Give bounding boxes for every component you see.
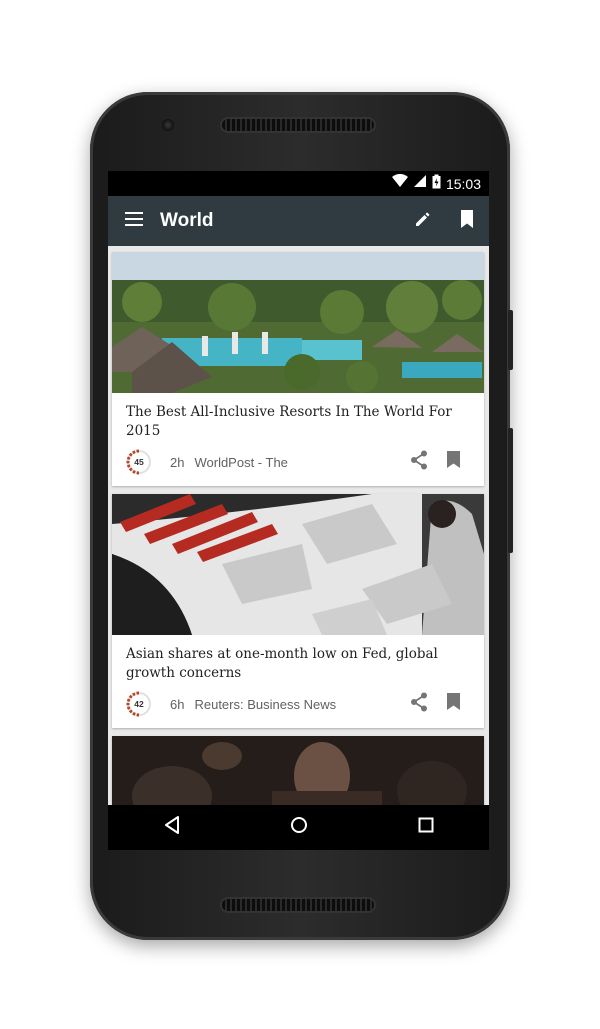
screen: 15:03 World The Best All-Inclusive Resor… — [108, 171, 489, 850]
article-image[interactable] — [112, 494, 484, 635]
article-feed[interactable]: The Best All-Inclusive Resorts In The Wo… — [108, 246, 489, 805]
bookmark-icon — [446, 693, 460, 715]
article-card[interactable] — [112, 736, 484, 805]
article-card[interactable]: Asian shares at one-month low on Fed, gl… — [112, 494, 484, 728]
edit-button[interactable] — [401, 196, 445, 246]
article-source: WorldPost - The — [194, 454, 288, 470]
front-camera — [162, 119, 174, 131]
bottom-speaker — [222, 899, 374, 911]
share-button[interactable] — [402, 448, 436, 476]
score-value: 45 — [134, 457, 144, 467]
bookmark-button[interactable] — [436, 448, 470, 476]
article-source: Reuters: Business News — [194, 696, 337, 712]
wifi-icon — [391, 173, 408, 193]
article-meta: 45 2h WorldPost - The — [126, 448, 470, 476]
volume-button — [508, 310, 513, 370]
bookmark-icon — [460, 209, 474, 233]
system-nav-bar — [108, 805, 489, 850]
article-headline[interactable]: The Best All-Inclusive Resorts In The Wo… — [126, 403, 466, 441]
score-gauge: 42 — [126, 691, 152, 717]
power-button — [508, 428, 513, 553]
article-image[interactable] — [112, 736, 484, 805]
article-image[interactable] — [112, 252, 484, 393]
edit-icon — [414, 210, 432, 233]
bookmark-button[interactable] — [436, 690, 470, 718]
back-button[interactable] — [142, 805, 202, 850]
score-value: 42 — [134, 699, 144, 709]
article-card[interactable]: The Best All-Inclusive Resorts In The Wo… — [112, 252, 484, 486]
page-title: World — [160, 210, 214, 231]
home-button[interactable] — [269, 805, 329, 850]
article-age: 6h — [170, 696, 185, 712]
app-bar: World — [108, 196, 489, 246]
menu-button[interactable] — [108, 196, 160, 246]
share-icon — [410, 450, 428, 475]
bookmark-icon — [446, 451, 460, 473]
top-speaker — [222, 119, 374, 131]
battery-charging-icon — [432, 174, 441, 194]
article-age: 2h — [170, 454, 185, 470]
bookmarks-button[interactable] — [445, 196, 489, 246]
home-icon — [290, 816, 308, 839]
back-icon — [164, 816, 180, 839]
article-headline[interactable]: Asian shares at one-month low on Fed, gl… — [126, 645, 466, 683]
share-icon — [410, 692, 428, 717]
recents-button[interactable] — [396, 805, 456, 850]
status-bar: 15:03 — [108, 171, 489, 196]
share-button[interactable] — [402, 690, 436, 718]
clock: 15:03 — [445, 175, 481, 192]
article-meta: 42 6h Reuters: Business News — [126, 690, 470, 718]
score-gauge: 45 — [126, 449, 152, 475]
menu-icon — [125, 211, 143, 231]
signal-icon — [413, 174, 427, 193]
recents-icon — [418, 817, 434, 838]
